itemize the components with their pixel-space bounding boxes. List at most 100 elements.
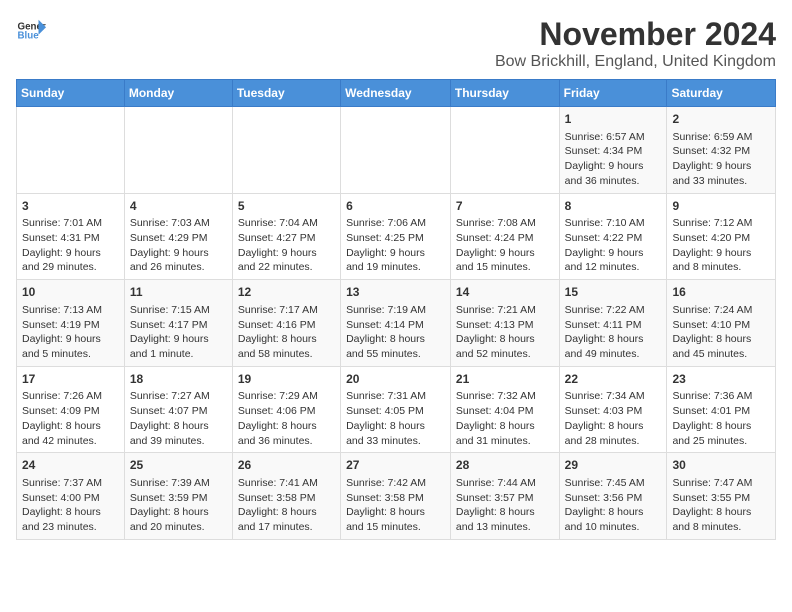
day-info: Sunrise: 7:24 AM Sunset: 4:10 PM Dayligh… bbox=[672, 303, 770, 362]
weekday-header-friday: Friday bbox=[559, 80, 667, 107]
calendar-cell: 8Sunrise: 7:10 AM Sunset: 4:22 PM Daylig… bbox=[559, 193, 667, 280]
calendar-cell: 25 Sunrise: 7:39 AM Sunset: 3:59 PM Dayli… bbox=[124, 453, 232, 540]
calendar-cell: 1Sunrise: 6:57 AM Sunset: 4:34 PM Daylig… bbox=[559, 107, 667, 194]
weekday-header-wednesday: Wednesday bbox=[341, 80, 451, 107]
calendar-cell: 2Sunrise: 6:59 AM Sunset: 4:32 PM Daylig… bbox=[667, 107, 776, 194]
calendar-cell: 28Sunrise: 7:44 AM Sunset: 3:57 PM Dayli… bbox=[450, 453, 559, 540]
day-number: 14 bbox=[456, 284, 554, 301]
weekday-header-saturday: Saturday bbox=[667, 80, 776, 107]
calendar-cell: 21Sunrise: 7:32 AM Sunset: 4:04 PM Dayli… bbox=[450, 366, 559, 453]
day-info: Sunrise: 7:27 AM Sunset: 4:07 PM Dayligh… bbox=[130, 389, 227, 448]
calendar-cell bbox=[341, 107, 451, 194]
day-number: 17 bbox=[22, 371, 119, 388]
calendar-cell bbox=[17, 107, 125, 194]
day-info: Sunrise: 7:21 AM Sunset: 4:13 PM Dayligh… bbox=[456, 303, 554, 362]
calendar-cell: 22Sunrise: 7:34 AM Sunset: 4:03 PM Dayli… bbox=[559, 366, 667, 453]
logo-icon: General Blue bbox=[16, 16, 46, 46]
month-title: November 2024 bbox=[495, 16, 776, 53]
title-section: November 2024 Bow Brickhill, England, Un… bbox=[495, 16, 776, 71]
calendar-cell: 13 Sunrise: 7:19 AM Sunset: 4:14 PM Dayli… bbox=[341, 280, 451, 367]
calendar-cell: 11 Sunrise: 7:15 AM Sunset: 4:17 PM Dayli… bbox=[124, 280, 232, 367]
calendar-cell: 18Sunrise: 7:27 AM Sunset: 4:07 PM Dayli… bbox=[124, 366, 232, 453]
calendar-cell: 10Sunrise: 7:13 AM Sunset: 4:19 PM Dayli… bbox=[17, 280, 125, 367]
day-info: Sunrise: 6:57 AM Sunset: 4:34 PM Dayligh… bbox=[565, 130, 662, 189]
weekday-header-monday: Monday bbox=[124, 80, 232, 107]
calendar-cell: 27 Sunrise: 7:42 AM Sunset: 3:58 PM Dayli… bbox=[341, 453, 451, 540]
logo: General Blue bbox=[16, 16, 46, 46]
day-info: Sunrise: 7:41 AM Sunset: 3:58 PM Dayligh… bbox=[238, 476, 335, 535]
day-info: Sunrise: 7:19 AM Sunset: 4:14 PM Dayligh… bbox=[346, 303, 445, 362]
day-number: 22 bbox=[565, 371, 662, 388]
day-number: 19 bbox=[238, 371, 335, 388]
calendar-cell: 9Sunrise: 7:12 AM Sunset: 4:20 PM Daylig… bbox=[667, 193, 776, 280]
calendar-cell bbox=[450, 107, 559, 194]
weekday-header-thursday: Thursday bbox=[450, 80, 559, 107]
day-info: Sunrise: 7:26 AM Sunset: 4:09 PM Dayligh… bbox=[22, 389, 119, 448]
calendar-cell: 5Sunrise: 7:04 AM Sunset: 4:27 PM Daylig… bbox=[232, 193, 340, 280]
day-number: 16 bbox=[672, 284, 770, 301]
calendar-cell: 4Sunrise: 7:03 AM Sunset: 4:29 PM Daylig… bbox=[124, 193, 232, 280]
calendar-cell: 17Sunrise: 7:26 AM Sunset: 4:09 PM Dayli… bbox=[17, 366, 125, 453]
day-info: Sunrise: 7:10 AM Sunset: 4:22 PM Dayligh… bbox=[565, 216, 662, 275]
day-number: 5 bbox=[238, 198, 335, 215]
calendar-cell bbox=[232, 107, 340, 194]
day-number: 20 bbox=[346, 371, 445, 388]
day-number: 28 bbox=[456, 457, 554, 474]
svg-text:Blue: Blue bbox=[18, 31, 40, 42]
calendar-cell: 16 Sunrise: 7:24 AM Sunset: 4:10 PM Dayli… bbox=[667, 280, 776, 367]
calendar-cell: 19Sunrise: 7:29 AM Sunset: 4:06 PM Dayli… bbox=[232, 366, 340, 453]
day-number: 11 bbox=[130, 284, 227, 301]
weekday-header-sunday: Sunday bbox=[17, 80, 125, 107]
day-info: Sunrise: 7:34 AM Sunset: 4:03 PM Dayligh… bbox=[565, 389, 662, 448]
calendar-cell: 23Sunrise: 7:36 AM Sunset: 4:01 PM Dayli… bbox=[667, 366, 776, 453]
weekday-header-tuesday: Tuesday bbox=[232, 80, 340, 107]
day-info: Sunrise: 7:15 AM Sunset: 4:17 PM Dayligh… bbox=[130, 303, 227, 362]
day-number: 15 bbox=[565, 284, 662, 301]
day-info: Sunrise: 7:36 AM Sunset: 4:01 PM Dayligh… bbox=[672, 389, 770, 448]
calendar-cell: 26 Sunrise: 7:41 AM Sunset: 3:58 PM Dayli… bbox=[232, 453, 340, 540]
day-number: 26 bbox=[238, 457, 335, 474]
day-info: Sunrise: 7:01 AM Sunset: 4:31 PM Dayligh… bbox=[22, 216, 119, 275]
calendar-cell: 3Sunrise: 7:01 AM Sunset: 4:31 PM Daylig… bbox=[17, 193, 125, 280]
day-number: 23 bbox=[672, 371, 770, 388]
calendar-cell: 7Sunrise: 7:08 AM Sunset: 4:24 PM Daylig… bbox=[450, 193, 559, 280]
day-number: 18 bbox=[130, 371, 227, 388]
day-number: 4 bbox=[130, 198, 227, 215]
calendar-cell: 15 Sunrise: 7:22 AM Sunset: 4:11 PM Dayli… bbox=[559, 280, 667, 367]
day-info: Sunrise: 7:13 AM Sunset: 4:19 PM Dayligh… bbox=[22, 303, 119, 362]
day-info: Sunrise: 7:03 AM Sunset: 4:29 PM Dayligh… bbox=[130, 216, 227, 275]
day-info: Sunrise: 7:12 AM Sunset: 4:20 PM Dayligh… bbox=[672, 216, 770, 275]
day-info: Sunrise: 7:22 AM Sunset: 4:11 PM Dayligh… bbox=[565, 303, 662, 362]
calendar-cell: 12 Sunrise: 7:17 AM Sunset: 4:16 PM Dayli… bbox=[232, 280, 340, 367]
day-number: 9 bbox=[672, 198, 770, 215]
day-info: Sunrise: 7:42 AM Sunset: 3:58 PM Dayligh… bbox=[346, 476, 445, 535]
calendar-cell: 24 Sunrise: 7:37 AM Sunset: 4:00 PM Dayli… bbox=[17, 453, 125, 540]
day-number: 12 bbox=[238, 284, 335, 301]
day-number: 6 bbox=[346, 198, 445, 215]
calendar-cell: 29Sunrise: 7:45 AM Sunset: 3:56 PM Dayli… bbox=[559, 453, 667, 540]
page-header: General Blue November 2024 Bow Brickhill… bbox=[16, 16, 776, 71]
calendar-cell: 20Sunrise: 7:31 AM Sunset: 4:05 PM Dayli… bbox=[341, 366, 451, 453]
weekday-header-row: SundayMondayTuesdayWednesdayThursdayFrid… bbox=[17, 80, 776, 107]
day-info: Sunrise: 7:45 AM Sunset: 3:56 PM Dayligh… bbox=[565, 476, 662, 535]
calendar-week-row: 24 Sunrise: 7:37 AM Sunset: 4:00 PM Dayli… bbox=[17, 453, 776, 540]
day-number: 27 bbox=[346, 457, 445, 474]
calendar-cell: 6Sunrise: 7:06 AM Sunset: 4:25 PM Daylig… bbox=[341, 193, 451, 280]
day-info: Sunrise: 7:47 AM Sunset: 3:55 PM Dayligh… bbox=[672, 476, 770, 535]
calendar-week-row: 3Sunrise: 7:01 AM Sunset: 4:31 PM Daylig… bbox=[17, 193, 776, 280]
calendar-cell: 30 Sunrise: 7:47 AM Sunset: 3:55 PM Dayli… bbox=[667, 453, 776, 540]
day-info: Sunrise: 7:37 AM Sunset: 4:00 PM Dayligh… bbox=[22, 476, 119, 535]
day-info: Sunrise: 7:17 AM Sunset: 4:16 PM Dayligh… bbox=[238, 303, 335, 362]
day-number: 24 bbox=[22, 457, 119, 474]
day-info: Sunrise: 7:08 AM Sunset: 4:24 PM Dayligh… bbox=[456, 216, 554, 275]
day-number: 2 bbox=[672, 111, 770, 128]
day-number: 13 bbox=[346, 284, 445, 301]
location-subtitle: Bow Brickhill, England, United Kingdom bbox=[495, 53, 776, 71]
day-number: 25 bbox=[130, 457, 227, 474]
day-info: Sunrise: 7:06 AM Sunset: 4:25 PM Dayligh… bbox=[346, 216, 445, 275]
calendar-week-row: 10Sunrise: 7:13 AM Sunset: 4:19 PM Dayli… bbox=[17, 280, 776, 367]
day-info: Sunrise: 7:39 AM Sunset: 3:59 PM Dayligh… bbox=[130, 476, 227, 535]
day-number: 30 bbox=[672, 457, 770, 474]
calendar-table: SundayMondayTuesdayWednesdayThursdayFrid… bbox=[16, 79, 776, 540]
calendar-cell bbox=[124, 107, 232, 194]
